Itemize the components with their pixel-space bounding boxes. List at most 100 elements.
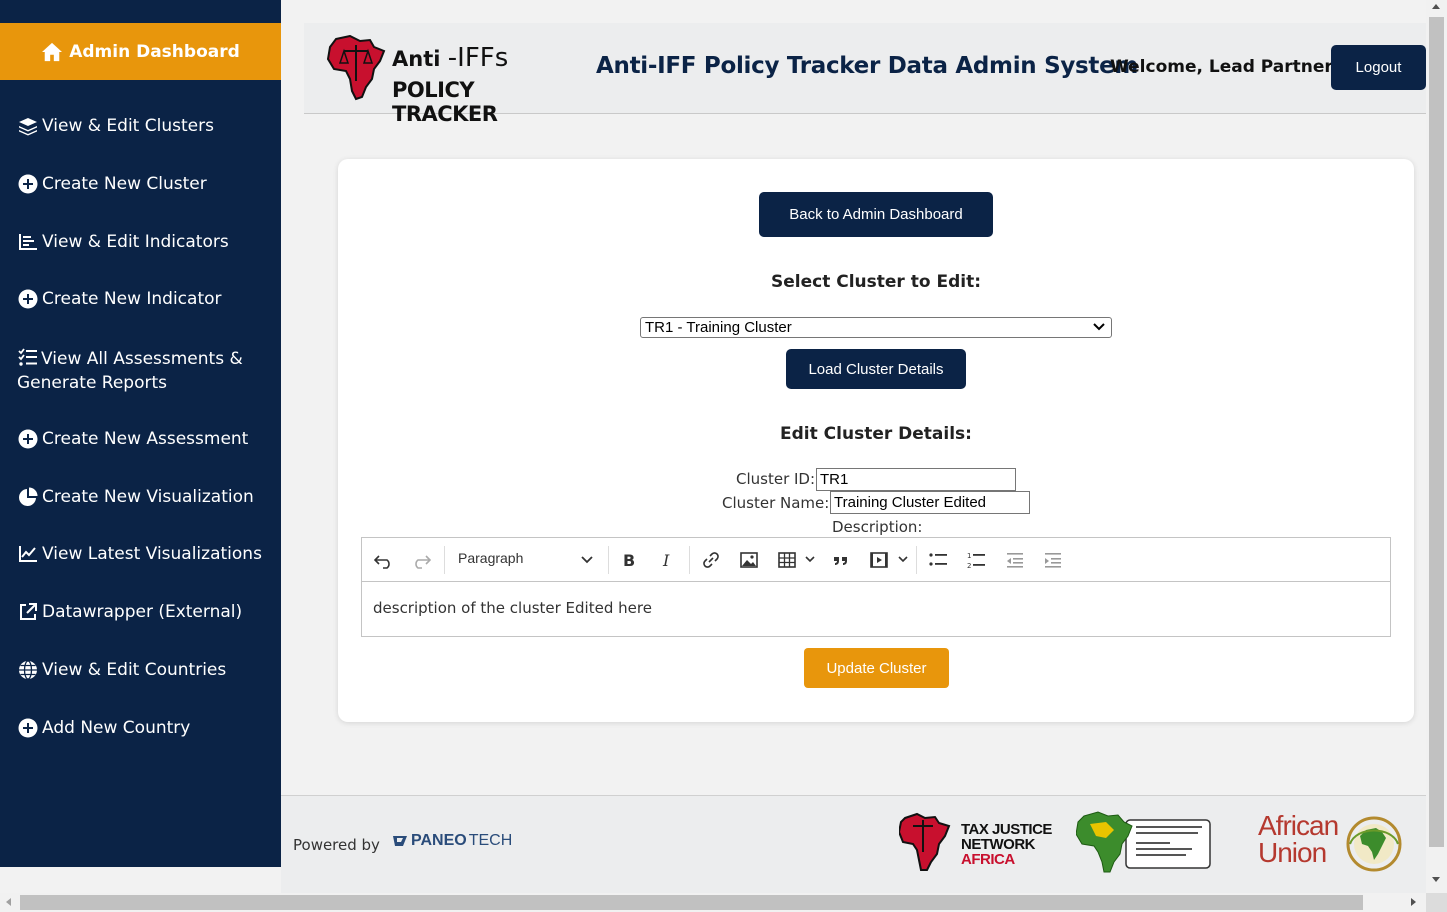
layers-icon (17, 115, 39, 137)
link-icon[interactable] (699, 548, 723, 572)
anti-iffs-logo: Anti -IFFs POLICY TRACKER (326, 33, 571, 126)
african-union-emblem-icon (1346, 816, 1402, 872)
sidebar-item-create-indicator[interactable]: Create New Indicator (17, 287, 267, 311)
vertical-scrollbar[interactable] (1426, 0, 1447, 893)
sidebar-item-label: View & Edit Indicators (42, 232, 229, 252)
page-header: Anti -IFFs POLICY TRACKER Anti-IFF Polic… (304, 23, 1426, 126)
image-icon[interactable] (737, 548, 761, 572)
sidebar: Admin Dashboard View & Edit Clusters Cre… (0, 0, 281, 867)
update-cluster-button[interactable]: Update Cluster (804, 648, 949, 688)
sidebar-item-create-assessment[interactable]: Create New Assessment (17, 427, 267, 451)
toolbar-separator (689, 546, 690, 574)
logo-line-1: Anti -IFFs (392, 43, 508, 73)
sidebar-item-create-cluster[interactable]: Create New Cluster (17, 172, 267, 196)
plus-circle-icon (17, 288, 39, 310)
au-line-1: African (1258, 810, 1339, 841)
line-chart-icon (17, 543, 39, 565)
bulleted-list-icon[interactable] (926, 548, 950, 572)
chevron-down-icon (1093, 323, 1105, 331)
tech-text: TECH (468, 832, 513, 849)
tjn-line-2: NETWORK (961, 836, 1035, 853)
sidebar-item-latest-visualizations[interactable]: View Latest Visualizations (17, 542, 267, 566)
plus-circle-icon (17, 173, 39, 195)
african-union-wordmark: African Union (1258, 810, 1339, 867)
sidebar-top-strip (0, 0, 281, 23)
table-icon[interactable] (775, 548, 799, 572)
admin-dashboard-label: Admin Dashboard (69, 41, 240, 62)
outdent-icon[interactable] (1003, 548, 1027, 572)
ataf-logo (1076, 811, 1211, 873)
italic-icon[interactable]: I (655, 548, 679, 572)
vertical-scroll-thumb[interactable] (1429, 17, 1444, 847)
select-cluster-label: Select Cluster to Edit: (771, 272, 981, 292)
page-title: Anti-IFF Policy Tracker Data Admin Syste… (596, 53, 1139, 79)
tjn-line-1: TAX JUSTICE (961, 821, 1052, 838)
powered-by-text: Powered by (293, 836, 380, 854)
welcome-message: Welcome, Lead Partner! (1110, 57, 1341, 77)
sidebar-item-view-edit-indicators[interactable]: View & Edit Indicators (17, 230, 267, 254)
svg-text:I: I (662, 551, 670, 570)
external-link-icon (17, 601, 39, 623)
cluster-name-input[interactable]: Training Cluster Edited (830, 491, 1030, 514)
edit-cluster-card: Back to Admin Dashboard Select Cluster t… (338, 159, 1414, 722)
toolbar-separator (608, 546, 609, 574)
sidebar-item-label: View All Assessments & Generate Reports (17, 349, 243, 393)
scroll-left-arrow-icon[interactable] (6, 898, 11, 906)
block-format-dropdown[interactable]: Paragraph (458, 550, 523, 566)
back-to-dashboard-button[interactable]: Back to Admin Dashboard (759, 192, 993, 237)
logout-button[interactable]: Logout (1331, 45, 1426, 90)
plus-circle-icon (17, 428, 39, 450)
sidebar-item-datawrapper[interactable]: Datawrapper (External) (17, 600, 267, 624)
cluster-select-value: TR1 - Training Cluster (645, 319, 792, 336)
svg-text:B: B (623, 551, 635, 570)
horizontal-scroll-thumb[interactable] (20, 895, 1363, 910)
sidebar-item-label: Create New Cluster (42, 174, 207, 194)
svg-text:2: 2 (967, 562, 971, 570)
rich-text-editor: Paragraph B I 12 description of the clus… (361, 537, 1391, 637)
toolbar-separator (444, 546, 445, 574)
sidebar-item-create-visualization[interactable]: Create New Visualization (17, 485, 267, 509)
cluster-select[interactable]: TR1 - Training Cluster (640, 317, 1112, 338)
cluster-name-label: Cluster Name: (722, 494, 830, 512)
editor-toolbar: Paragraph B I 12 (362, 538, 1390, 582)
undo-icon[interactable] (372, 548, 396, 572)
pie-chart-icon (17, 486, 39, 508)
sidebar-item-label: Add New Country (42, 718, 191, 738)
chart-list-icon (17, 231, 39, 253)
africa-scales-icon (326, 35, 386, 101)
admin-dashboard-link[interactable]: Admin Dashboard (0, 23, 281, 80)
scrollbar-corner (1426, 893, 1447, 912)
media-embed-icon[interactable] (867, 548, 891, 572)
paneotech-logo[interactable]: PANEO TECH (391, 832, 512, 850)
redo-icon[interactable] (409, 548, 433, 572)
scroll-right-arrow-icon[interactable] (1411, 898, 1416, 906)
scroll-up-arrow-icon[interactable] (1432, 4, 1440, 9)
blockquote-icon[interactable] (829, 548, 853, 572)
sidebar-item-label: View & Edit Countries (42, 660, 227, 680)
logo-anti-text: Anti (392, 47, 441, 71)
sidebar-item-label: View & Edit Clusters (42, 116, 214, 136)
cluster-id-label: Cluster ID: (736, 470, 816, 488)
sidebar-item-view-assessments[interactable]: View All Assessments & Generate Reports (17, 345, 257, 395)
sidebar-item-view-edit-countries[interactable]: View & Edit Countries (17, 658, 267, 682)
logo-iffs-text: -IFFs (447, 43, 509, 73)
horizontal-scrollbar[interactable] (0, 893, 1447, 912)
svg-text:1: 1 (967, 552, 971, 560)
cluster-id-input[interactable]: TR1 (816, 468, 1016, 491)
edit-cluster-heading: Edit Cluster Details: (780, 424, 972, 444)
sidebar-item-view-edit-clusters[interactable]: View & Edit Clusters (17, 114, 267, 138)
bold-icon[interactable]: B (617, 548, 641, 572)
numbered-list-icon[interactable]: 12 (964, 548, 988, 572)
chevron-down-icon (581, 556, 593, 564)
home-icon (42, 42, 63, 61)
globe-icon (17, 659, 39, 681)
load-cluster-details-button[interactable]: Load Cluster Details (786, 349, 966, 389)
sidebar-item-label: Create New Visualization (42, 487, 254, 507)
sidebar-item-add-country[interactable]: Add New Country (17, 716, 267, 740)
scroll-down-arrow-icon[interactable] (1432, 877, 1440, 882)
editor-content-area[interactable]: description of the cluster Edited here (362, 582, 1390, 634)
checklist-icon (17, 346, 39, 368)
indent-icon[interactable] (1041, 548, 1065, 572)
sidebar-item-label: Create New Assessment (42, 429, 249, 449)
paneo-text: PANEO (411, 832, 467, 849)
